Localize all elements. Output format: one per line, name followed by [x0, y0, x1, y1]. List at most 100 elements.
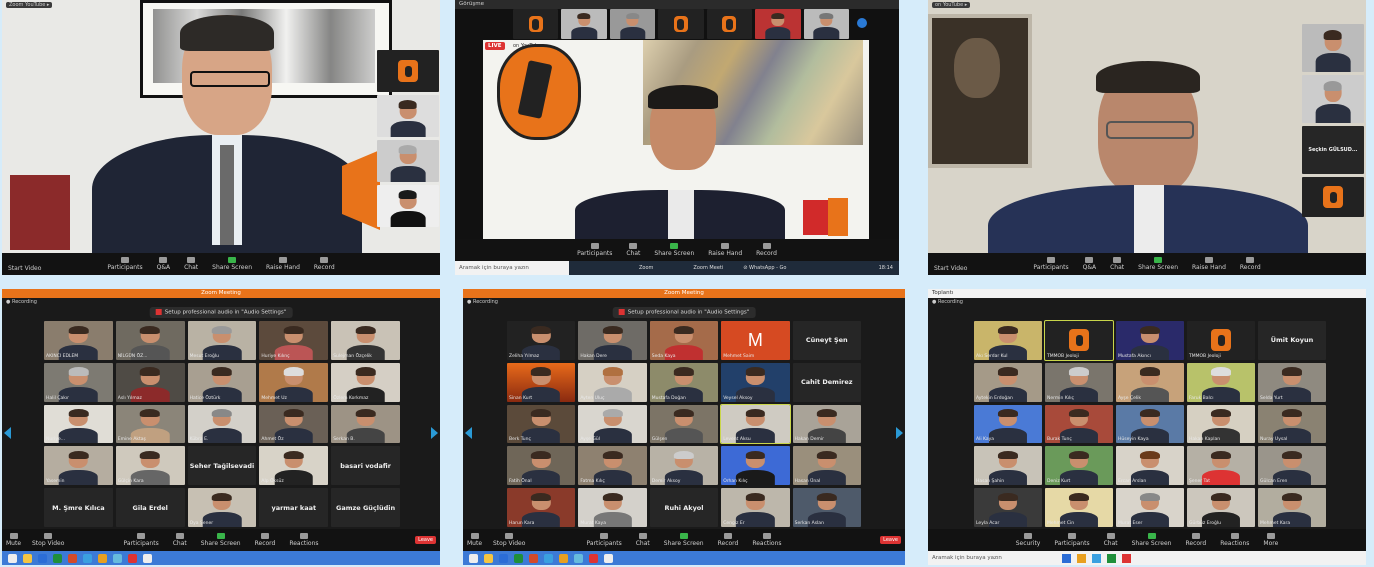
participant-tile[interactable]: Mustafa Doğan: [649, 362, 719, 402]
folder-icon[interactable]: [23, 553, 32, 563]
participant-logo-tile[interactable]: [658, 9, 704, 39]
participant-tile[interactable]: Şener Tat: [1187, 446, 1255, 486]
participant-tile[interactable]: Hüseyin Kaya: [1116, 404, 1184, 444]
more-button[interactable]: More: [1263, 533, 1278, 547]
chat-button[interactable]: Chat: [1110, 257, 1124, 271]
record-button[interactable]: Record: [255, 533, 275, 547]
source-badge[interactable]: Zoom YouTube ▸: [6, 2, 53, 8]
raise-hand-button[interactable]: Raise Hand: [266, 257, 300, 271]
participant-logo-tile[interactable]: [513, 9, 559, 39]
excel-icon[interactable]: [53, 553, 62, 563]
participant-tile[interactable]: Murat Kaya: [578, 488, 647, 527]
view-toggle-icon[interactable]: [857, 18, 867, 28]
app-icon[interactable]: [1107, 553, 1116, 563]
participant-tile[interactable]: Deniz Kurt: [1045, 446, 1113, 486]
participant-tile[interactable]: Veysel Aksoy: [721, 362, 790, 402]
participants-button[interactable]: Participants: [586, 533, 622, 547]
participant-tile[interactable]: Nuriye...: [44, 404, 113, 444]
leave-button[interactable]: Leave: [415, 536, 436, 544]
excel-icon[interactable]: [514, 553, 523, 563]
participant-tile[interactable]: Akı Serdar Kul: [974, 321, 1042, 360]
participant-tile[interactable]: [1302, 75, 1364, 123]
participant-tile[interactable]: Aslı Yılmaz: [115, 362, 185, 402]
chrome-icon[interactable]: [559, 553, 568, 563]
participants-button[interactable]: Participants: [1054, 533, 1090, 547]
app-icon[interactable]: [128, 553, 137, 563]
chat-button[interactable]: Chat: [184, 257, 198, 271]
taskbar-app[interactable]: Zoom Meeti: [693, 265, 723, 271]
share-screen-button[interactable]: Share Screen: [201, 533, 241, 547]
raise-hand-button[interactable]: Raise Hand: [1192, 257, 1226, 271]
record-button[interactable]: Record: [1185, 533, 1206, 547]
participant-logo-tile[interactable]: [706, 9, 753, 39]
participant-tile[interactable]: Seda Kaya: [649, 321, 719, 360]
taskbar-search-input[interactable]: Aramak için buraya yazın: [928, 555, 1042, 561]
app-icon[interactable]: [589, 553, 598, 563]
participant-tile[interactable]: Ayşe Çelik: [1116, 362, 1184, 402]
folder-icon[interactable]: [484, 553, 493, 563]
participant-name-tile[interactable]: Ümit Koyun: [1258, 321, 1326, 360]
participant-tile[interactable]: Selda Yurt: [1258, 362, 1326, 402]
security-button[interactable]: Security: [1016, 533, 1040, 547]
reactions-button[interactable]: Reactions: [289, 533, 319, 547]
zoom-icon[interactable]: [1092, 553, 1101, 563]
participant-tile[interactable]: Mehmet Uz: [259, 362, 329, 402]
previous-page-arrow[interactable]: [465, 427, 472, 439]
participant-tile[interactable]: Serkan B.: [331, 404, 400, 444]
taskbar-app[interactable]: Zoom: [639, 265, 653, 271]
powerpoint-icon[interactable]: [68, 553, 77, 563]
participant-tile[interactable]: [609, 9, 656, 39]
participant-tile[interactable]: Nermin Kılıç: [1045, 362, 1113, 402]
participant-tile[interactable]: Hakan Kaplan: [1187, 404, 1255, 444]
zoom-icon[interactable]: [544, 553, 553, 563]
participant-tile[interactable]: Hasan Şahin: [974, 446, 1042, 486]
participant-tile[interactable]: Serkan Aslan: [792, 488, 861, 527]
participant-tile[interactable]: Ayten Uluç: [578, 362, 647, 402]
participant-name-tile[interactable]: yarmar kaat: [259, 488, 329, 527]
participants-button[interactable]: Participants: [123, 533, 159, 547]
participant-tile[interactable]: Hakan Dere: [578, 321, 647, 360]
participant-tile[interactable]: Mehmet Kara: [1258, 488, 1326, 527]
participant-tile[interactable]: Faruk Balcı: [1187, 362, 1255, 402]
start-icon[interactable]: [469, 553, 478, 563]
qa-button[interactable]: Q&A: [1083, 257, 1096, 271]
next-page-arrow[interactable]: [896, 427, 903, 439]
record-button[interactable]: Record: [718, 533, 738, 547]
zoom-icon[interactable]: [83, 553, 92, 563]
participant-logo-tile[interactable]: [377, 50, 439, 92]
participant-logo-tile[interactable]: TMMOB Jeoloji: [1187, 321, 1255, 360]
start-video-button[interactable]: Start Video: [8, 265, 41, 272]
app-icon[interactable]: [113, 553, 122, 563]
participant-tile[interactable]: Ercan Arslan: [1116, 446, 1184, 486]
start-video-button[interactable]: Start Video: [934, 265, 967, 272]
participant-tile[interactable]: [377, 140, 439, 182]
taskbar-search-input[interactable]: Aramak için buraya yazın: [455, 261, 569, 275]
participant-tile[interactable]: Hakan Demir: [792, 404, 861, 444]
participant-tile[interactable]: Emine Aktaş: [115, 404, 185, 444]
share-screen-button[interactable]: Share Screen: [664, 533, 704, 547]
live-badge[interactable]: LIVE: [485, 42, 505, 50]
record-button[interactable]: Record: [314, 257, 335, 271]
mute-button[interactable]: Mute: [6, 533, 21, 547]
participant-tile[interactable]: Sulejman Özçelik: [331, 321, 400, 360]
audio-settings-banner[interactable]: Setup professional audio in "Audio Setti…: [149, 307, 293, 318]
participant-tile[interactable]: Leyla Acar: [974, 488, 1042, 527]
chat-button[interactable]: Chat: [636, 533, 650, 547]
word-icon[interactable]: [38, 553, 47, 563]
app-icon[interactable]: [604, 553, 613, 563]
participant-name-tile[interactable]: basari vodafir: [331, 446, 400, 486]
app-icon[interactable]: [143, 553, 152, 563]
participant-tile[interactable]: [1302, 24, 1364, 72]
participant-tile[interactable]: Özlem Korkmaz: [331, 362, 400, 402]
audio-settings-banner[interactable]: Setup professional audio in "Audio Setti…: [612, 307, 756, 318]
share-screen-button[interactable]: Share Screen: [1138, 257, 1178, 271]
stop-video-button[interactable]: Stop Video: [32, 533, 64, 547]
participant-tile[interactable]: Ahmet Öz: [259, 404, 329, 444]
participant-tile[interactable]: Demir Aksoy: [649, 446, 719, 486]
participant-tile[interactable]: Gülçin Kara: [115, 446, 185, 486]
participant-tile[interactable]: Aytekin Erdoğan: [974, 362, 1042, 402]
powerpoint-icon[interactable]: [529, 553, 538, 563]
participant-tile[interactable]: Orhan Kılıç: [721, 446, 790, 486]
participant-tile[interactable]: Mustafa Akıncı: [1116, 321, 1184, 360]
participant-tile[interactable]: [755, 9, 801, 39]
